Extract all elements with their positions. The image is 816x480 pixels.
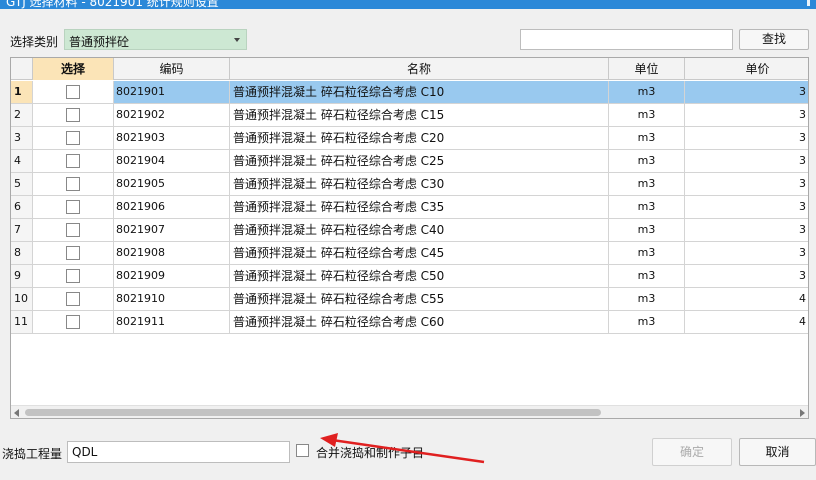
arrow-shaft [331,438,485,464]
arrow-head [320,433,338,447]
annotation-arrow [320,433,485,464]
